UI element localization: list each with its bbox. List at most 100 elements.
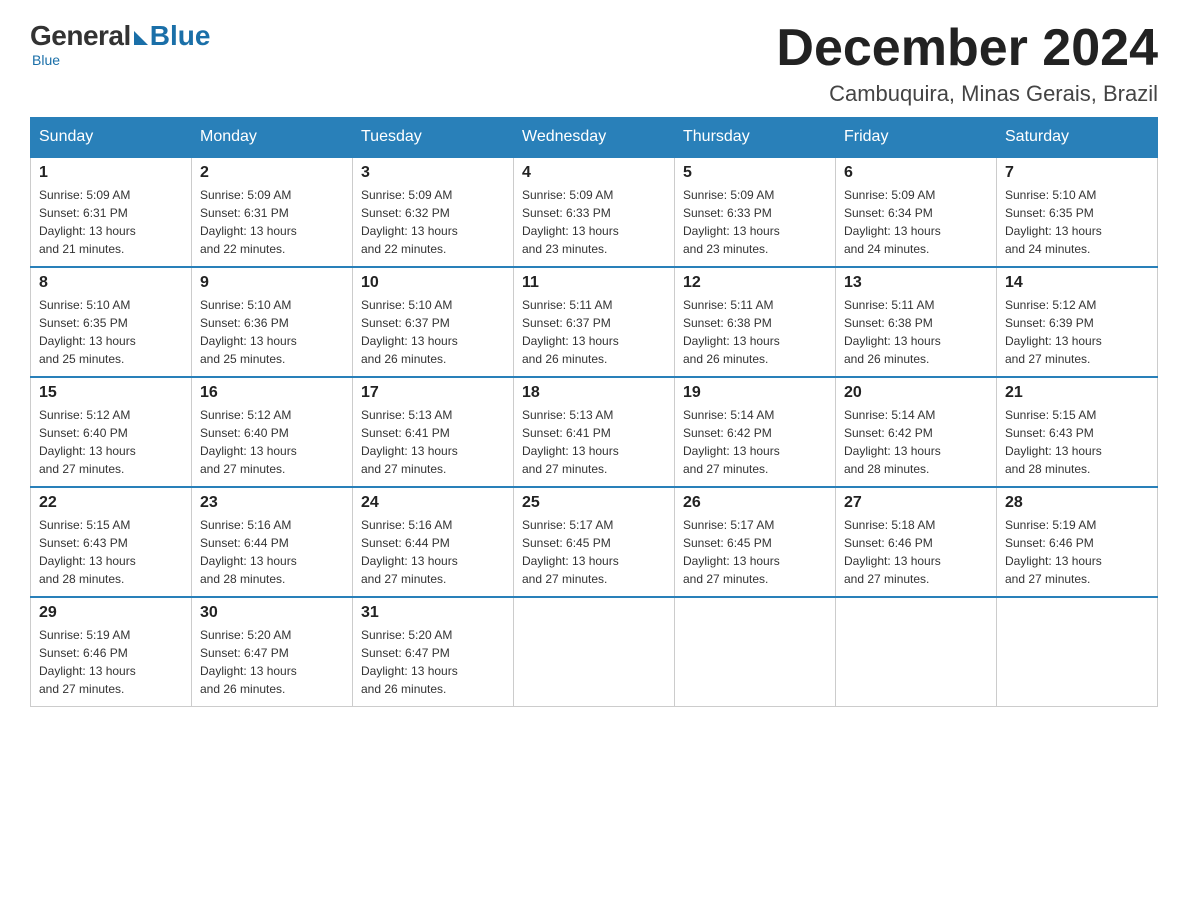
day-info: Sunrise: 5:09 AMSunset: 6:33 PMDaylight:… <box>683 186 827 258</box>
day-number: 13 <box>844 274 988 292</box>
day-info: Sunrise: 5:11 AMSunset: 6:38 PMDaylight:… <box>844 296 988 368</box>
calendar-cell: 1Sunrise: 5:09 AMSunset: 6:31 PMDaylight… <box>31 157 192 267</box>
day-info: Sunrise: 5:10 AMSunset: 6:36 PMDaylight:… <box>200 296 344 368</box>
day-number: 15 <box>39 384 183 402</box>
title-section: December 2024 Cambuquira, Minas Gerais, … <box>776 20 1158 107</box>
weekday-header-row: SundayMondayTuesdayWednesdayThursdayFrid… <box>31 118 1158 158</box>
day-number: 28 <box>1005 494 1149 512</box>
page-header: General Blue Blue December 2024 Cambuqui… <box>30 20 1158 107</box>
calendar-cell: 18Sunrise: 5:13 AMSunset: 6:41 PMDayligh… <box>514 377 675 487</box>
calendar-cell: 10Sunrise: 5:10 AMSunset: 6:37 PMDayligh… <box>353 267 514 377</box>
day-number: 23 <box>200 494 344 512</box>
day-number: 30 <box>200 604 344 622</box>
day-info: Sunrise: 5:16 AMSunset: 6:44 PMDaylight:… <box>361 516 505 588</box>
day-info: Sunrise: 5:16 AMSunset: 6:44 PMDaylight:… <box>200 516 344 588</box>
day-number: 5 <box>683 164 827 182</box>
weekday-header-saturday: Saturday <box>997 118 1158 158</box>
day-number: 25 <box>522 494 666 512</box>
calendar-cell: 23 Sunrise: 5:16 AMSunset: 6:44 PMDayligh… <box>192 487 353 597</box>
day-number: 3 <box>361 164 505 182</box>
logo-tagline: Blue <box>32 52 210 68</box>
day-number: 27 <box>844 494 988 512</box>
week-row-1: 1 Sunrise: 5:09 AMSunset: 6:31 PMDaylight… <box>31 157 1158 267</box>
calendar-cell: 6 Sunrise: 5:09 AMSunset: 6:34 PMDaylight… <box>836 157 997 267</box>
day-number: 20 <box>844 384 988 402</box>
day-info: Sunrise: 5:10 AMSunset: 6:35 PMDaylight:… <box>1005 186 1149 258</box>
day-info: Sunrise: 5:09 AMSunset: 6:33 PMDaylight:… <box>522 186 666 258</box>
calendar-cell: 2 Sunrise: 5:09 AMSunset: 6:31 PMDaylight… <box>192 157 353 267</box>
day-info: Sunrise: 5:19 AMSunset: 6:46 PMDaylight:… <box>1005 516 1149 588</box>
calendar-cell: 26Sunrise: 5:17 AMSunset: 6:45 PMDayligh… <box>675 487 836 597</box>
week-row-3: 15 Sunrise: 5:12 AMSunset: 6:40 PMDayligh… <box>31 377 1158 487</box>
calendar-cell: 4 Sunrise: 5:09 AMSunset: 6:33 PMDaylight… <box>514 157 675 267</box>
calendar-cell: 7Sunrise: 5:10 AMSunset: 6:35 PMDaylight… <box>997 157 1158 267</box>
calendar-cell: 21Sunrise: 5:15 AMSunset: 6:43 PMDayligh… <box>997 377 1158 487</box>
day-number: 11 <box>522 274 666 292</box>
calendar-cell: 17 Sunrise: 5:13 AMSunset: 6:41 PMDayligh… <box>353 377 514 487</box>
day-number: 2 <box>200 164 344 182</box>
weekday-header-tuesday: Tuesday <box>353 118 514 158</box>
day-number: 10 <box>361 274 505 292</box>
day-number: 6 <box>844 164 988 182</box>
day-number: 21 <box>1005 384 1149 402</box>
day-info: Sunrise: 5:12 AMSunset: 6:40 PMDaylight:… <box>200 406 344 478</box>
day-info: Sunrise: 5:20 AMSunset: 6:47 PMDaylight:… <box>200 626 344 698</box>
weekday-header-monday: Monday <box>192 118 353 158</box>
location-subtitle: Cambuquira, Minas Gerais, Brazil <box>776 81 1158 107</box>
day-info: Sunrise: 5:13 AMSunset: 6:41 PMDaylight:… <box>361 406 505 478</box>
calendar-cell: 14 Sunrise: 5:12 AMSunset: 6:39 PMDayligh… <box>997 267 1158 377</box>
calendar-cell: 25 Sunrise: 5:17 AMSunset: 6:45 PMDayligh… <box>514 487 675 597</box>
calendar-cell: 15 Sunrise: 5:12 AMSunset: 6:40 PMDayligh… <box>31 377 192 487</box>
day-number: 17 <box>361 384 505 402</box>
day-info: Sunrise: 5:09 AMSunset: 6:31 PMDaylight:… <box>200 186 344 258</box>
day-info: Sunrise: 5:12 AMSunset: 6:39 PMDaylight:… <box>1005 296 1149 368</box>
day-info: Sunrise: 5:11 AMSunset: 6:38 PMDaylight:… <box>683 296 827 368</box>
calendar-cell: 27 Sunrise: 5:18 AMSunset: 6:46 PMDayligh… <box>836 487 997 597</box>
weekday-header-thursday: Thursday <box>675 118 836 158</box>
calendar-cell <box>997 597 1158 707</box>
week-row-4: 22Sunrise: 5:15 AMSunset: 6:43 PMDayligh… <box>31 487 1158 597</box>
day-number: 9 <box>200 274 344 292</box>
logo: General Blue Blue <box>30 20 210 68</box>
calendar-cell: 24Sunrise: 5:16 AMSunset: 6:44 PMDayligh… <box>353 487 514 597</box>
calendar-cell: 22Sunrise: 5:15 AMSunset: 6:43 PMDayligh… <box>31 487 192 597</box>
day-number: 8 <box>39 274 183 292</box>
day-info: Sunrise: 5:14 AMSunset: 6:42 PMDaylight:… <box>844 406 988 478</box>
logo-blue-text: Blue <box>150 20 211 52</box>
calendar-cell: 19Sunrise: 5:14 AMSunset: 6:42 PMDayligh… <box>675 377 836 487</box>
calendar-cell: 31Sunrise: 5:20 AMSunset: 6:47 PMDayligh… <box>353 597 514 707</box>
calendar-cell: 16Sunrise: 5:12 AMSunset: 6:40 PMDayligh… <box>192 377 353 487</box>
calendar-cell: 11Sunrise: 5:11 AMSunset: 6:37 PMDayligh… <box>514 267 675 377</box>
day-number: 14 <box>1005 274 1149 292</box>
day-number: 29 <box>39 604 183 622</box>
day-number: 1 <box>39 164 183 182</box>
day-number: 18 <box>522 384 666 402</box>
month-title: December 2024 <box>776 20 1158 77</box>
day-number: 12 <box>683 274 827 292</box>
calendar-cell: 5 Sunrise: 5:09 AMSunset: 6:33 PMDaylight… <box>675 157 836 267</box>
day-number: 19 <box>683 384 827 402</box>
day-info: Sunrise: 5:09 AMSunset: 6:34 PMDaylight:… <box>844 186 988 258</box>
calendar-cell <box>514 597 675 707</box>
calendar-cell: 8Sunrise: 5:10 AMSunset: 6:35 PMDaylight… <box>31 267 192 377</box>
logo-general-text: General <box>30 20 131 52</box>
week-row-2: 8Sunrise: 5:10 AMSunset: 6:35 PMDaylight… <box>31 267 1158 377</box>
logo-triangle-icon <box>134 31 148 45</box>
day-info: Sunrise: 5:12 AMSunset: 6:40 PMDaylight:… <box>39 406 183 478</box>
day-info: Sunrise: 5:17 AMSunset: 6:45 PMDaylight:… <box>522 516 666 588</box>
calendar-cell: 12 Sunrise: 5:11 AMSunset: 6:38 PMDayligh… <box>675 267 836 377</box>
week-row-5: 29 Sunrise: 5:19 AMSunset: 6:46 PMDayligh… <box>31 597 1158 707</box>
calendar-cell: 3 Sunrise: 5:09 AMSunset: 6:32 PMDaylight… <box>353 157 514 267</box>
day-number: 22 <box>39 494 183 512</box>
weekday-header-friday: Friday <box>836 118 997 158</box>
calendar-cell: 29 Sunrise: 5:19 AMSunset: 6:46 PMDayligh… <box>31 597 192 707</box>
calendar-cell: 9 Sunrise: 5:10 AMSunset: 6:36 PMDaylight… <box>192 267 353 377</box>
calendar-cell: 20 Sunrise: 5:14 AMSunset: 6:42 PMDayligh… <box>836 377 997 487</box>
day-info: Sunrise: 5:20 AMSunset: 6:47 PMDaylight:… <box>361 626 505 698</box>
calendar-table: SundayMondayTuesdayWednesdayThursdayFrid… <box>30 117 1158 707</box>
day-info: Sunrise: 5:09 AMSunset: 6:32 PMDaylight:… <box>361 186 505 258</box>
day-info: Sunrise: 5:19 AMSunset: 6:46 PMDaylight:… <box>39 626 183 698</box>
day-info: Sunrise: 5:17 AMSunset: 6:45 PMDaylight:… <box>683 516 827 588</box>
day-info: Sunrise: 5:18 AMSunset: 6:46 PMDaylight:… <box>844 516 988 588</box>
day-number: 4 <box>522 164 666 182</box>
